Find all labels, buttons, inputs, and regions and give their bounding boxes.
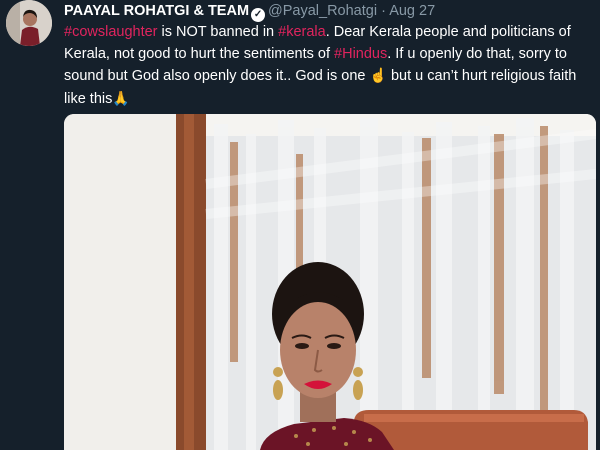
hashtag-cowslaughter[interactable]: #cowslaughter: [64, 24, 158, 40]
pointing-up-emoji-icon: ☝: [369, 67, 387, 83]
author-name[interactable]: PAAYAL ROHATGI & TEAM: [64, 3, 249, 19]
verified-badge-icon: ✓: [251, 8, 266, 22]
avatar[interactable]: [6, 0, 52, 46]
author-handle[interactable]: @Payal_Rohatgi: [268, 3, 377, 19]
tweet-media-photo[interactable]: [64, 114, 596, 450]
tweet-text-segment: is NOT banned in: [157, 24, 279, 40]
tweet-text: #cowslaughter is NOT banned in #kerala. …: [64, 22, 594, 110]
hashtag-hindus[interactable]: #Hindus: [334, 46, 387, 62]
tweet-date[interactable]: Aug 27: [389, 3, 435, 19]
folded-hands-emoji-icon: 🙏: [112, 89, 130, 106]
header-separator: ·: [381, 3, 386, 19]
hashtag-kerala[interactable]: #kerala: [278, 24, 326, 40]
tweet[interactable]: PAAYAL ROHATGI & TEAM ✓ @Payal_Rohatgi · A…: [0, 0, 600, 450]
photo-scene: [64, 114, 596, 450]
tweet-header: PAAYAL ROHATGI & TEAM ✓ @Payal_Rohatgi · A…: [64, 1, 435, 22]
